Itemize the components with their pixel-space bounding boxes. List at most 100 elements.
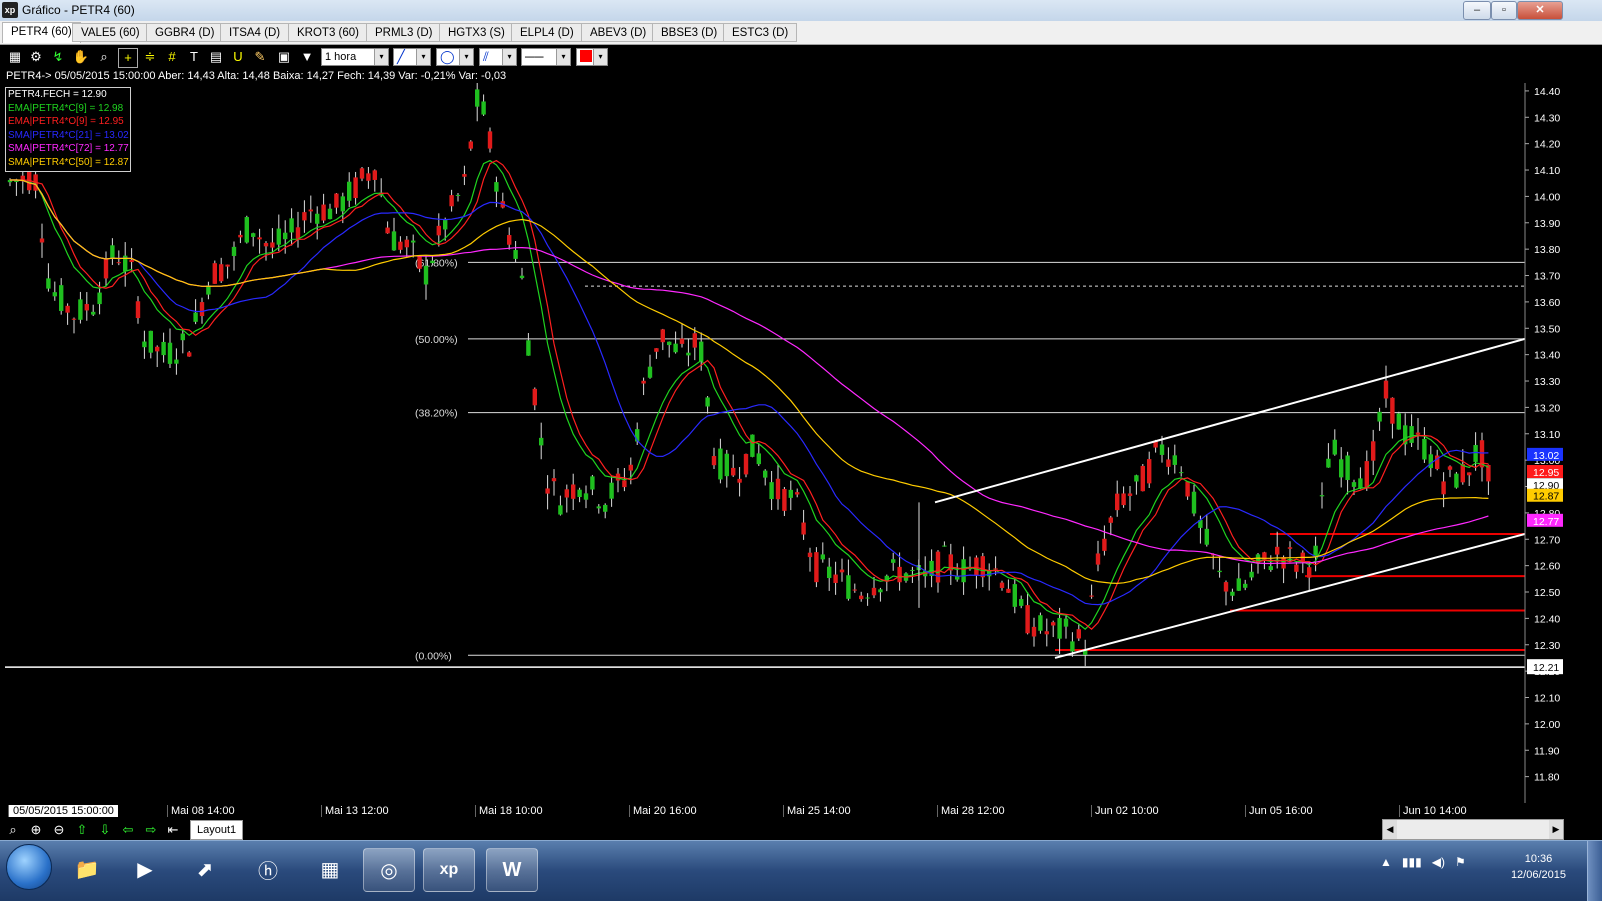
flag-icon[interactable]: ⚑ xyxy=(1455,855,1466,869)
candle-body xyxy=(1454,473,1459,488)
network-app-icon[interactable]: ⬈ xyxy=(180,848,230,890)
magnet-icon[interactable]: U xyxy=(229,48,247,66)
chart-type-icon[interactable]: ▦ xyxy=(6,48,24,66)
filter-icon[interactable]: ▼ xyxy=(298,48,316,66)
chevron-down-icon: ▾ xyxy=(374,49,388,65)
tab-ggbr4[interactable]: GGBR4 (D) xyxy=(146,23,224,42)
grid-icon[interactable]: # xyxy=(163,48,181,66)
xp-app-icon[interactable]: xp xyxy=(423,848,475,892)
signal-icon[interactable]: ▮▮▮ xyxy=(1402,855,1422,869)
arrow-left-icon[interactable]: ⇦ xyxy=(119,821,137,838)
candle-body xyxy=(782,489,787,511)
legend-sma72: SMA|PETR4*C[72] = 12.77 xyxy=(8,143,129,155)
candle-body xyxy=(1236,578,1241,591)
start-button[interactable] xyxy=(6,844,52,890)
text-tool-icon[interactable]: T xyxy=(185,48,203,66)
line-tool-select[interactable]: ╱ ▾ xyxy=(393,48,431,66)
tab-estc3[interactable]: ESTC3 (D) xyxy=(723,23,798,42)
tab-itsa4[interactable]: ITSA4 (D) xyxy=(220,23,290,42)
calculator-icon[interactable]: ▤ xyxy=(207,48,225,66)
channel-upper-line xyxy=(934,337,1526,504)
volume-icon[interactable]: ◀) xyxy=(1432,855,1445,869)
hp-icon[interactable]: ⓗ xyxy=(243,848,293,890)
candle-body xyxy=(1166,459,1171,467)
gear-icon[interactable]: ⚙ xyxy=(27,48,45,66)
candle-body xyxy=(756,453,761,465)
candle-body xyxy=(660,329,665,343)
candle-body xyxy=(718,448,723,480)
shape-tool-select[interactable]: ◯ ▾ xyxy=(436,48,474,66)
zoom-out-icon[interactable]: ⊖ xyxy=(50,821,68,838)
candle-body xyxy=(1140,465,1145,492)
arrow-up-icon[interactable]: ⇧ xyxy=(73,821,91,838)
tab-petr4[interactable]: PETR4 (60) xyxy=(2,22,81,43)
candle-body xyxy=(347,181,352,201)
candle-body xyxy=(1051,622,1056,626)
candle-body xyxy=(1364,461,1369,488)
crosshair-icon[interactable]: + xyxy=(118,48,138,68)
media-player-icon[interactable]: ▶ xyxy=(120,848,170,890)
arrow-right-icon[interactable]: ⇨ xyxy=(142,821,160,838)
color-select[interactable]: ▾ xyxy=(576,48,608,66)
scroll-start-icon[interactable]: ⇤ xyxy=(164,821,182,838)
clipboard-icon[interactable]: ▣ xyxy=(275,48,293,66)
fan-tool-select[interactable]: ⫽ ▾ xyxy=(479,48,517,66)
tab-elpl4[interactable]: ELPL4 (D) xyxy=(511,23,583,42)
calculator-app-icon[interactable]: ▦ xyxy=(305,848,355,890)
candle-body xyxy=(551,478,557,482)
y-tick-label: 12.60 xyxy=(1534,561,1560,573)
close-button[interactable]: ✕ xyxy=(1517,1,1563,20)
explorer-icon[interactable]: 📁 xyxy=(62,848,112,890)
word-icon[interactable]: W xyxy=(486,848,538,892)
tab-prml3[interactable]: PRML3 (D) xyxy=(366,23,442,42)
legend-close: PETR4.FECH = 12.90 xyxy=(8,89,107,100)
brush-icon[interactable]: ✎ xyxy=(251,48,269,66)
chrome-icon[interactable]: ◎ xyxy=(363,848,415,892)
timeframe-select[interactable]: 1 hora ▾ xyxy=(321,48,389,66)
line-style-select[interactable]: ── ▾ xyxy=(521,48,571,66)
zoom-icon[interactable]: ⌕ xyxy=(95,48,113,66)
minimize-button[interactable]: – xyxy=(1463,1,1491,20)
show-hidden-icon[interactable]: ▲ xyxy=(1380,855,1392,869)
arrow-down-icon[interactable]: ⇩ xyxy=(96,821,114,838)
scroll-left-icon[interactable]: ◀ xyxy=(1383,820,1397,839)
y-tick-label: 14.40 xyxy=(1534,86,1560,98)
fibonacci-icon[interactable]: ≑ xyxy=(141,48,159,66)
clock-time: 10:36 xyxy=(1524,853,1553,865)
tab-vale5[interactable]: VALE5 (60) xyxy=(72,23,149,42)
hand-icon[interactable]: ✋ xyxy=(72,48,90,66)
candle-body xyxy=(251,233,256,237)
candle-body xyxy=(1102,538,1107,551)
price-chart[interactable]: (61.80%)(50.00%)(38.20%)(0.00%) 14.4014.… xyxy=(5,83,1565,803)
tab-abev3[interactable]: ABEV3 (D) xyxy=(581,23,656,42)
indicator-icon[interactable]: ↯ xyxy=(49,48,67,66)
maximize-button[interactable]: ▫ xyxy=(1491,1,1517,20)
candle-body xyxy=(161,341,166,356)
show-desktop-button[interactable] xyxy=(1587,841,1602,901)
candle-body xyxy=(487,131,493,149)
candle-body xyxy=(609,482,614,499)
layout-tab[interactable]: Layout1 xyxy=(190,820,244,840)
candle-body xyxy=(84,304,89,311)
zoom-fit-icon[interactable]: ⌕ xyxy=(4,821,22,838)
horizontal-scrollbar[interactable]: ◀ ▶ xyxy=(1382,819,1564,840)
zoom-in-icon[interactable]: ⊕ xyxy=(27,821,45,838)
y-tick-label: 13.90 xyxy=(1534,218,1560,230)
candle-body xyxy=(174,359,179,364)
candle-body xyxy=(187,352,192,357)
tab-bbse3[interactable]: BBSE3 (D) xyxy=(652,23,727,42)
taskbar-clock[interactable]: 10:36 12/06/2015 xyxy=(1511,851,1566,883)
candle-body xyxy=(391,231,397,251)
candle-body xyxy=(583,493,589,500)
x-label: Mai 08 14:00 xyxy=(167,805,235,817)
chart-bottom-bar: ⌕ ⊕ ⊖ ⇧ ⇩ ⇦ ⇨ ⇤ Layout1 ◀ ▶ xyxy=(0,819,1602,840)
tab-krot3[interactable]: KROT3 (60) xyxy=(288,23,368,42)
candle-body xyxy=(468,141,473,149)
tab-hgtx3[interactable]: HGTX3 (S) xyxy=(439,23,514,42)
candle-body xyxy=(1179,472,1184,474)
y-tick-label: 11.80 xyxy=(1534,772,1560,784)
candle-body xyxy=(404,239,409,248)
scroll-right-icon[interactable]: ▶ xyxy=(1549,820,1563,839)
candle-body xyxy=(180,333,185,341)
candle-body xyxy=(238,234,243,238)
